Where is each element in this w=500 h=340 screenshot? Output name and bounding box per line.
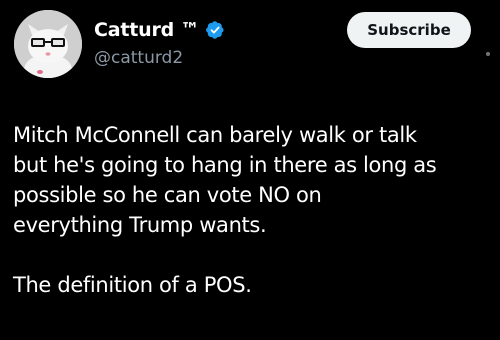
tweet-line-1: Mitch McConnell can barely walk or talk (13, 123, 417, 147)
tweet-closing-line: The definition of a POS. (13, 273, 252, 297)
tweet-line-3: possible so he can vote NO on (13, 183, 322, 207)
author-display-name[interactable]: Catturd ™ (94, 19, 199, 41)
author-handle[interactable]: @catturd2 (94, 48, 183, 68)
author-name-row: Catturd ™ (94, 16, 225, 44)
tweet-card: Catturd ™ @catturd2 Subscribe Mitch McCo… (0, 0, 500, 340)
cat-avatar-icon (14, 10, 82, 78)
tweet-text: Mitch McConnell can barely walk or talk … (13, 120, 497, 300)
subscribe-button[interactable]: Subscribe (347, 12, 471, 48)
tweet-line-4: everything Trump wants. (13, 213, 267, 237)
author-avatar[interactable] (14, 10, 82, 78)
verified-badge-icon[interactable] (205, 20, 225, 40)
tweet-line-2: but he's going to hang in there as long … (13, 153, 437, 177)
more-options-icon[interactable] (486, 52, 490, 56)
